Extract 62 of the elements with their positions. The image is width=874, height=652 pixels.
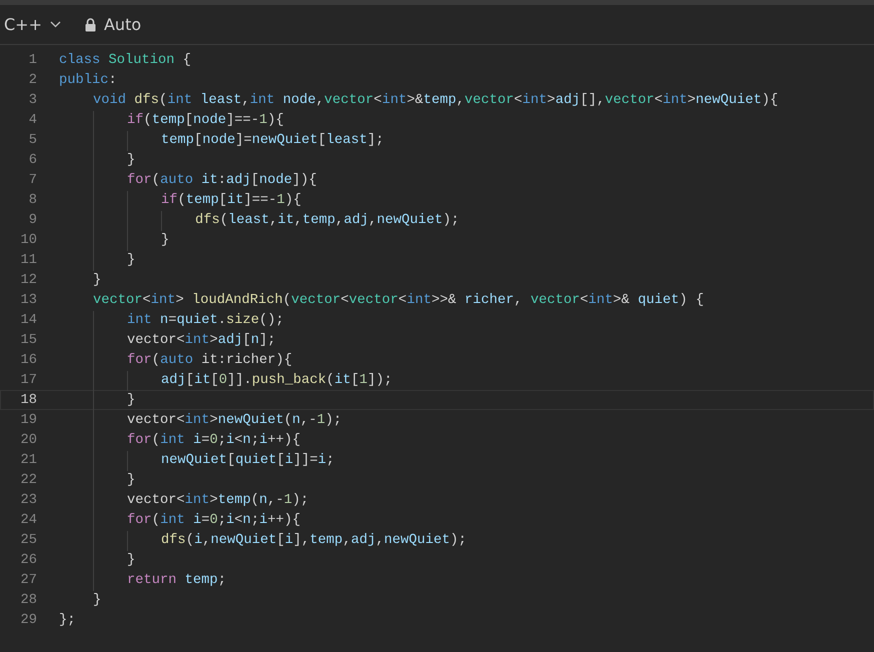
line-number: 2: [28, 72, 37, 89]
code-line: temp[node]=newQuiet[least];: [59, 131, 384, 149]
code-line: for(auto it:adj[node]){: [59, 171, 317, 189]
code-line: int n=quiet.size();: [59, 311, 284, 329]
code-line: class Solution {: [59, 52, 192, 69]
code-line: if(temp[node]==-1){: [59, 111, 284, 129]
line-number: 22: [19, 472, 37, 489]
code-line: }: [59, 231, 170, 249]
language-selector[interactable]: C++: [4, 12, 42, 36]
code-line: }: [92, 592, 102, 609]
line-number: 24: [19, 512, 37, 529]
code-line: dfs(least,it,temp,adj,newQuiet);: [59, 211, 460, 229]
code-line: }: [59, 391, 136, 409]
code-line: for(auto it:richer){: [59, 351, 292, 369]
code-line: }: [59, 151, 136, 169]
code-line: vector<int>adj[n];: [59, 331, 276, 349]
line-number: 13: [19, 292, 37, 309]
line-number: 26: [19, 552, 37, 569]
line-number: 12: [19, 272, 37, 289]
line-number: 19: [19, 412, 37, 429]
code-line: void dfs(int least,int node,vector<int>&temp,vector<int>adj[],vector<int>newQuiet){: [92, 92, 778, 109]
code-line: newQuiet[quiet[i]]=i;: [59, 451, 334, 469]
code-line: vector<int>newQuiet(n,-1);: [59, 411, 342, 429]
line-number: 14: [19, 312, 37, 329]
code-line: vector<int>temp(n,-1);: [59, 491, 309, 509]
line-number: 28: [19, 592, 37, 609]
line-number: 7: [28, 172, 37, 189]
line-number: 9: [28, 212, 37, 229]
code-line: if(temp[it]==-1){: [59, 191, 302, 209]
line-number: 27: [19, 572, 37, 589]
code-line: public:: [59, 72, 117, 89]
code-line: return temp;: [59, 571, 226, 589]
line-number: 23: [19, 492, 37, 509]
line-number: 5: [28, 132, 37, 149]
line-number: 15: [19, 332, 37, 349]
code-line: }: [59, 551, 136, 569]
line-number: 17: [19, 372, 37, 389]
line-number: 10: [19, 232, 37, 249]
code-line: adj[it[0]].push_back(it[1]);: [59, 371, 392, 389]
line-number: 11: [19, 252, 37, 269]
code-line: };: [59, 612, 76, 629]
code-line: dfs(i,newQuiet[i],temp,adj,newQuiet);: [59, 531, 467, 549]
code-line: for(int i=0;i<n;i++){: [59, 511, 300, 529]
line-number: 4: [28, 112, 37, 129]
line-number: 21: [19, 452, 37, 469]
line-number: 29: [19, 612, 37, 629]
line-number: 1: [28, 52, 37, 69]
line-number: 25: [19, 532, 37, 549]
line-number: 18: [19, 392, 37, 409]
line-number: 16: [19, 352, 37, 369]
code-line: for(int i=0;i<n;i++){: [59, 431, 300, 449]
line-number: 3: [28, 92, 37, 109]
code-line: }: [59, 251, 136, 269]
mode-label: Auto: [104, 14, 142, 36]
code-line: }: [59, 471, 136, 489]
chevron-down-icon[interactable]: [50, 21, 61, 28]
line-number: 20: [19, 432, 37, 449]
code-line: vector<int> loudAndRich(vector<vector<int>>& richer, vector<int>& quiet) {: [92, 292, 704, 309]
lock-icon: [84, 18, 96, 32]
line-number: 6: [28, 152, 37, 169]
line-number: 8: [28, 192, 37, 209]
code-line: }: [92, 272, 102, 289]
